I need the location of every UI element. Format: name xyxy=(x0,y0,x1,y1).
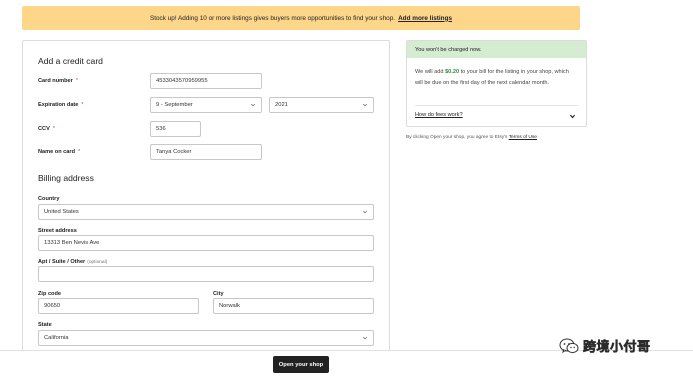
chevron-down-icon[interactable] xyxy=(569,113,576,120)
name-on-card-input[interactable]: Tanya Cocker xyxy=(150,144,262,160)
expiration-date-label: Expiration date * xyxy=(38,102,84,108)
state-label: State xyxy=(38,322,52,328)
add-more-listings-link[interactable]: Add more listings xyxy=(398,15,452,22)
city-label: City xyxy=(213,291,224,297)
ccv-input[interactable]: 536 xyxy=(150,121,201,137)
country-select[interactable]: United States xyxy=(38,204,374,220)
street-address-label: Street address xyxy=(38,228,77,234)
fee-summary-panel: You won't be charged now. We will add $0… xyxy=(406,40,587,127)
zip-code-label: Zip code xyxy=(38,291,61,297)
expiration-month-select[interactable]: 9 - September xyxy=(150,97,262,113)
no-charge-notice: You won't be charged now. xyxy=(407,41,586,58)
card-number-input[interactable]: 4533043570959955 xyxy=(150,73,262,89)
chevron-down-icon xyxy=(250,103,256,107)
apt-suite-input[interactable] xyxy=(38,266,374,282)
chevron-down-icon xyxy=(362,210,368,214)
name-on-card-label: Name on card * xyxy=(38,149,81,155)
fee-description: We will add $0.20 to your bill for the l… xyxy=(415,69,569,86)
chevron-down-icon xyxy=(362,103,368,107)
banner-message: Stock up! Adding 10 or more listings giv… xyxy=(149,14,396,22)
zip-code-input[interactable]: 90650 xyxy=(38,298,199,314)
panel-divider xyxy=(415,105,578,106)
fees-faq-link[interactable]: How do fees work? xyxy=(415,112,463,118)
listing-fee-amount: $0.20 xyxy=(445,69,460,75)
city-input[interactable]: Norwalk xyxy=(213,298,374,314)
terms-agreement: By clicking Open your shop, you agree to… xyxy=(406,135,537,140)
chevron-down-icon xyxy=(362,336,368,340)
card-number-label: Card number * xyxy=(38,78,78,84)
open-your-shop-button[interactable]: Open your shop xyxy=(273,356,329,373)
expiration-year-select[interactable]: 2021 xyxy=(269,97,374,113)
watermark: 跨境小付哥 xyxy=(559,336,651,355)
ccv-label: CCV * xyxy=(38,126,55,132)
credit-card-title: Add a credit card xyxy=(38,56,103,66)
state-select[interactable]: California xyxy=(38,330,374,346)
terms-of-use-link[interactable]: Terms of Use xyxy=(509,135,537,140)
payment-form-card: Add a credit card Card number * 453304357… xyxy=(22,40,390,360)
billing-address-title: Billing address xyxy=(38,173,94,183)
wechat-logo-icon xyxy=(559,338,579,353)
watermark-text: 跨境小付哥 xyxy=(583,339,651,355)
country-label: Country xyxy=(38,196,60,202)
stock-up-banner: Stock up! Adding 10 or more listings giv… xyxy=(22,6,580,30)
apt-suite-label: Apt / Suite / Other (optional) xyxy=(38,259,108,265)
street-address-input[interactable]: 13313 Ben Nevis Ave xyxy=(38,235,374,251)
